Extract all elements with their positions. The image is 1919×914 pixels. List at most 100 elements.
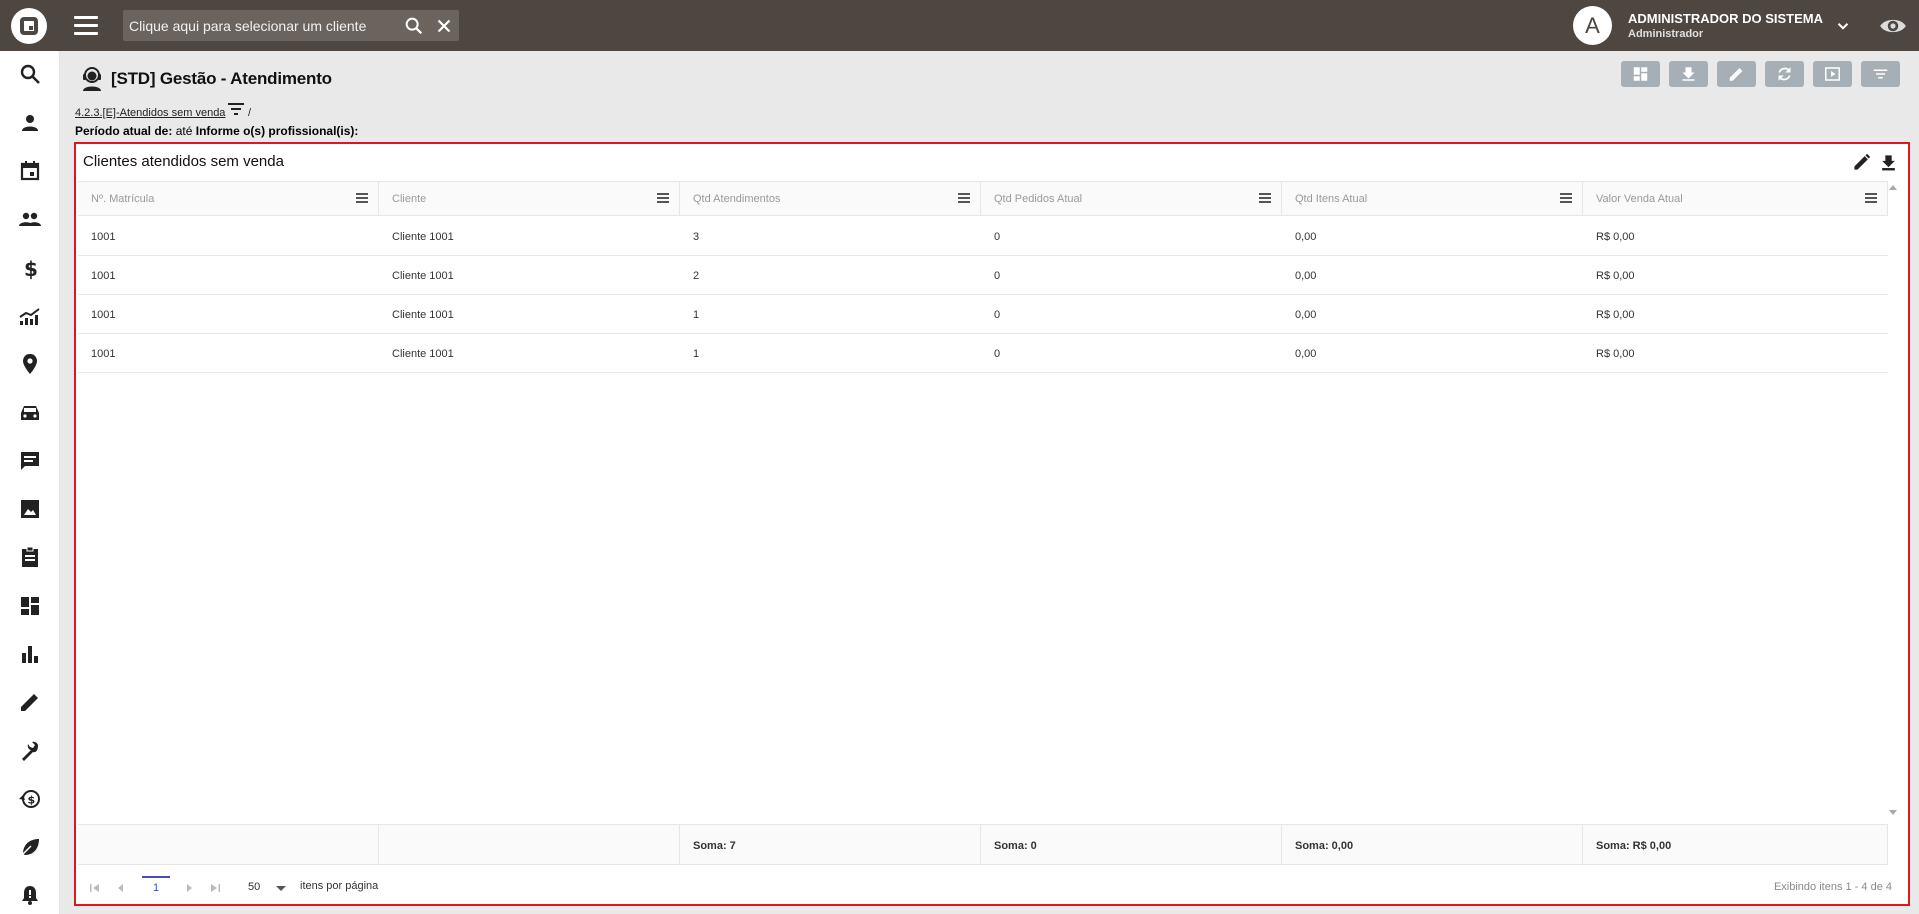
cell-qtd-pedidos: 0 bbox=[994, 231, 1001, 243]
page-title: [STD] Gestão - Atendimento bbox=[111, 69, 332, 88]
table-row[interactable]: 1001 Cliente 1001 1 0 0,00 R$ 0,00 bbox=[78, 295, 1888, 334]
first-page-icon[interactable] bbox=[90, 880, 100, 892]
next-page-icon[interactable] bbox=[184, 880, 194, 892]
cell-cliente: Cliente 1001 bbox=[392, 270, 454, 282]
column-header-cliente[interactable]: Cliente bbox=[379, 182, 680, 216]
history-dollar-icon[interactable]: $ bbox=[18, 787, 44, 813]
menu-icon[interactable] bbox=[74, 16, 98, 35]
leaf-icon[interactable] bbox=[18, 835, 44, 861]
close-icon[interactable] bbox=[433, 15, 455, 37]
download-button[interactable] bbox=[1669, 61, 1708, 87]
car-icon[interactable] bbox=[18, 401, 44, 427]
breadcrumb-link[interactable]: 4.2.3.[E]-Atendidos sem venda bbox=[75, 107, 225, 119]
calendar-icon[interactable] bbox=[18, 159, 44, 185]
location-icon[interactable] bbox=[18, 352, 44, 378]
column-menu-icon[interactable] bbox=[1259, 193, 1271, 203]
cell-qtd-itens: 0,00 bbox=[1295, 270, 1317, 282]
person-icon[interactable] bbox=[18, 111, 44, 137]
column-header-qtd-itens[interactable]: Qtd Itens Atual bbox=[1282, 182, 1583, 216]
cell-cliente: Cliente 1001 bbox=[392, 309, 454, 321]
total-valor-venda: Soma: R$ 0,00 bbox=[1596, 840, 1672, 852]
last-page-icon[interactable] bbox=[210, 880, 220, 892]
chat-icon[interactable] bbox=[18, 449, 44, 475]
table-row[interactable]: 1001 Cliente 1001 2 0 0,00 R$ 0,00 bbox=[78, 256, 1888, 295]
cell-qtd-atendimentos: 2 bbox=[693, 270, 700, 282]
edit-button[interactable] bbox=[1717, 61, 1756, 87]
column-menu-icon[interactable] bbox=[356, 193, 368, 203]
table-row[interactable]: 1001 Cliente 1001 3 0 0,00 R$ 0,00 bbox=[78, 217, 1888, 256]
wrench-icon[interactable] bbox=[18, 739, 44, 765]
clipboard-icon[interactable] bbox=[18, 545, 44, 571]
photo-icon[interactable] bbox=[18, 497, 44, 523]
chevron-down-icon[interactable] bbox=[1834, 17, 1852, 35]
column-header-valor-venda[interactable]: Valor Venda Atual bbox=[1583, 182, 1888, 216]
play-button[interactable] bbox=[1813, 61, 1852, 87]
filter-icon[interactable] bbox=[228, 102, 244, 116]
user-name[interactable]: ADMINISTRADOR DO SISTEMA bbox=[1628, 11, 1823, 26]
total-qtd-itens: Soma: 0,00 bbox=[1295, 840, 1354, 852]
column-header-matricula[interactable]: Nº. Matrícula bbox=[78, 182, 379, 216]
cell-matricula: 1001 bbox=[91, 348, 116, 360]
column-label: Valor Venda Atual bbox=[1596, 193, 1683, 205]
grid-footer-totals: Soma: 7 Soma: 0 Soma: 0,00 Soma: R$ 0,00 bbox=[78, 824, 1888, 865]
period-label: Período atual de: bbox=[75, 124, 173, 138]
cell-qtd-atendimentos: 3 bbox=[693, 231, 700, 243]
cell-qtd-itens: 0,00 bbox=[1295, 348, 1317, 360]
page-number-current[interactable]: 1 bbox=[142, 876, 170, 894]
avatar[interactable]: A bbox=[1573, 6, 1612, 45]
sidebar: $ $ bbox=[0, 51, 60, 914]
cell-matricula: 1001 bbox=[91, 270, 116, 282]
cell-qtd-pedidos: 0 bbox=[994, 270, 1001, 282]
chevron-down-icon[interactable] bbox=[276, 886, 286, 891]
column-menu-icon[interactable] bbox=[1560, 193, 1572, 203]
column-header-qtd-pedidos[interactable]: Qtd Pedidos Atual bbox=[981, 182, 1282, 216]
column-menu-icon[interactable] bbox=[1865, 193, 1877, 203]
cell-qtd-atendimentos: 1 bbox=[693, 309, 700, 321]
cell-valor-venda: R$ 0,00 bbox=[1596, 309, 1635, 321]
eye-icon[interactable] bbox=[1879, 12, 1907, 40]
dashboard-icon[interactable] bbox=[18, 594, 44, 620]
total-cell: Soma: R$ 0,00 bbox=[1583, 825, 1888, 865]
bell-alert-icon[interactable] bbox=[18, 883, 44, 909]
search-icon[interactable] bbox=[403, 15, 425, 37]
svg-text:$: $ bbox=[24, 257, 38, 280]
edit-icon bbox=[1729, 68, 1743, 81]
client-search-placeholder[interactable]: Clique aqui para selecionar um cliente bbox=[129, 18, 366, 34]
cell-qtd-pedidos: 0 bbox=[994, 348, 1001, 360]
scroll-down-arrow-icon[interactable] bbox=[1889, 810, 1897, 815]
column-menu-icon[interactable] bbox=[958, 193, 970, 203]
bar-chart-icon[interactable] bbox=[18, 642, 44, 668]
pencil-icon[interactable] bbox=[18, 690, 44, 716]
group-icon[interactable] bbox=[18, 207, 44, 233]
download-icon[interactable] bbox=[1879, 153, 1898, 172]
filter-button[interactable] bbox=[1861, 61, 1900, 87]
svg-text:$: $ bbox=[28, 794, 36, 807]
page-size-select[interactable]: 50 bbox=[248, 881, 260, 893]
cell-qtd-pedidos: 0 bbox=[994, 309, 1001, 321]
cell-matricula: 1001 bbox=[91, 309, 116, 321]
scroll-up-arrow-icon[interactable] bbox=[1889, 185, 1897, 190]
dollar-icon[interactable]: $ bbox=[18, 256, 44, 282]
total-qtd-pedidos: Soma: 0 bbox=[994, 840, 1037, 852]
column-menu-icon[interactable] bbox=[657, 193, 669, 203]
pager: 1 50 itens por página Exibindo itens 1 -… bbox=[78, 866, 1908, 904]
pager-info: Exibindo itens 1 - 4 de 4 bbox=[1773, 881, 1892, 893]
search-icon[interactable] bbox=[18, 62, 44, 88]
cell-cliente: Cliente 1001 bbox=[392, 348, 454, 360]
total-cell: Soma: 0,00 bbox=[1282, 825, 1583, 865]
edit-icon[interactable] bbox=[1852, 153, 1871, 172]
breadcrumb: 4.2.3.[E]-Atendidos sem venda bbox=[75, 107, 225, 119]
column-header-qtd-atendimentos[interactable]: Qtd Atendimentos bbox=[680, 182, 981, 216]
client-search-field[interactable]: Clique aqui para selecionar um cliente bbox=[123, 10, 459, 41]
user-role: Administrador bbox=[1628, 28, 1704, 40]
trending-icon[interactable] bbox=[18, 304, 44, 330]
refresh-button[interactable] bbox=[1765, 61, 1804, 87]
cell-qtd-atendimentos: 1 bbox=[693, 348, 700, 360]
data-grid: Nº. Matrícula Cliente Qtd Atendimentos Q… bbox=[78, 181, 1888, 868]
table-row[interactable]: 1001 Cliente 1001 1 0 0,00 R$ 0,00 bbox=[78, 334, 1888, 373]
total-cell bbox=[78, 825, 379, 865]
total-qtd-atendimentos: Soma: 7 bbox=[693, 840, 736, 852]
prev-page-icon[interactable] bbox=[116, 880, 126, 892]
app-logo[interactable] bbox=[11, 8, 47, 44]
layout-button[interactable] bbox=[1621, 61, 1660, 87]
